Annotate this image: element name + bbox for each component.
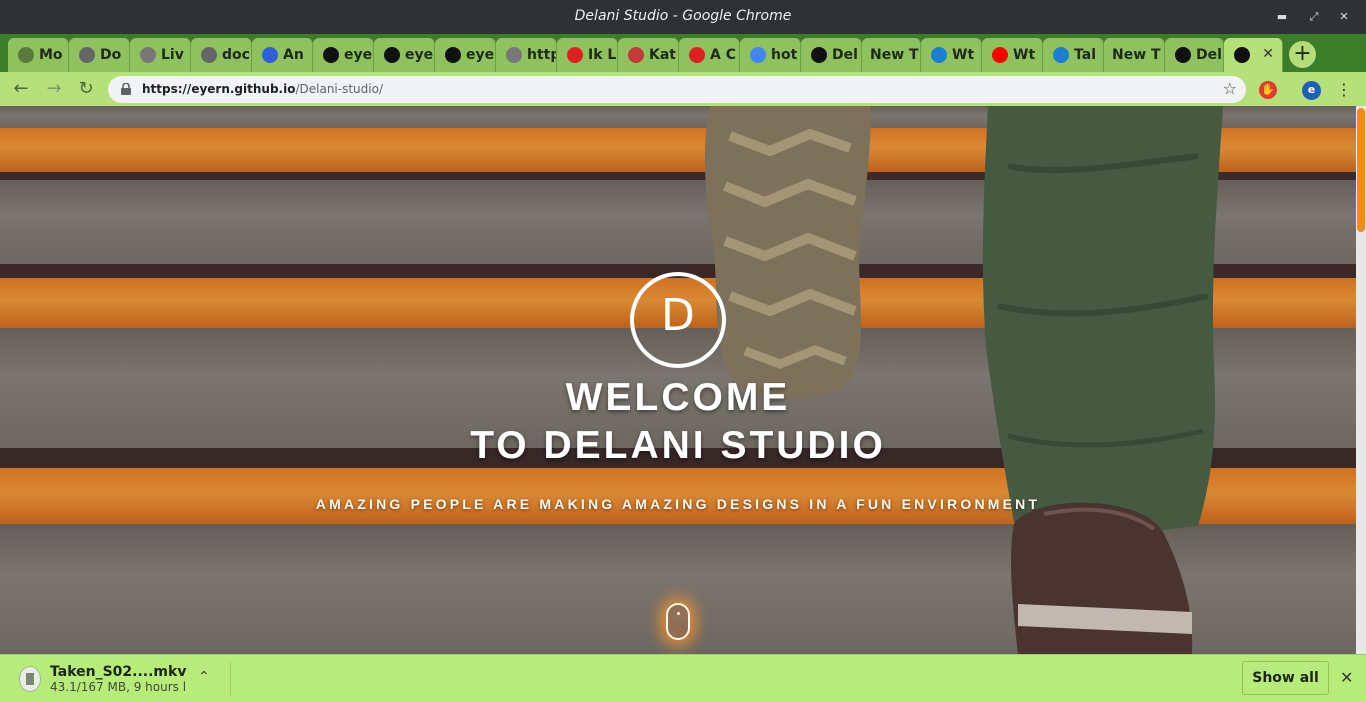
chevron-up-icon[interactable]: ⌃ bbox=[198, 669, 210, 685]
tab-label: eye bbox=[466, 47, 495, 63]
logo-letter: D bbox=[661, 290, 695, 341]
scrollbar-thumb[interactable] bbox=[1357, 108, 1365, 232]
browser-tab[interactable]: Del bbox=[801, 38, 862, 72]
show-all-button[interactable]: Show all bbox=[1242, 661, 1329, 695]
browser-tab[interactable]: Do bbox=[69, 38, 130, 72]
browser-tab[interactable]: New T bbox=[862, 38, 921, 72]
dotted-ring-icon bbox=[262, 47, 278, 63]
tab-strip: Mo Do Liv doc An eye eye eye http Ik L Kat A C hot De… bbox=[0, 34, 1366, 72]
forward-arrow-icon[interactable]: → bbox=[44, 79, 64, 99]
reload-icon[interactable]: ↻ bbox=[76, 79, 96, 99]
download-icon bbox=[79, 47, 95, 63]
tab-label: Mo bbox=[39, 47, 63, 63]
lock-icon bbox=[121, 83, 131, 95]
browser-tab[interactable]: Wt bbox=[921, 38, 982, 72]
close-download-shelf-icon[interactable]: ✕ bbox=[1340, 668, 1353, 687]
youtube-icon bbox=[992, 47, 1008, 63]
hero-heading-line1: WELCOME bbox=[565, 376, 791, 419]
github-icon bbox=[445, 47, 461, 63]
tree-icon bbox=[18, 47, 34, 63]
d-logo-icon bbox=[1234, 47, 1250, 63]
hero-section: D WELCOME TO DELANI STUDIO AMAZING PEOPL… bbox=[0, 106, 1356, 654]
tab-label: eye bbox=[405, 47, 434, 63]
tab-label: New T bbox=[870, 47, 919, 63]
mw-icon bbox=[1053, 47, 1069, 63]
browser-tab[interactable]: http bbox=[496, 38, 557, 72]
tab-close-icon[interactable]: ✕ bbox=[1262, 46, 1274, 62]
browser-tab[interactable]: Liv bbox=[130, 38, 191, 72]
download-filename[interactable]: Taken_S02....mkv bbox=[50, 664, 186, 680]
back-arrow-icon[interactable]: ← bbox=[11, 79, 31, 99]
url-path: /Delani-studio/ bbox=[295, 82, 383, 96]
globe-icon bbox=[140, 47, 156, 63]
browser-tab[interactable]: doc bbox=[191, 38, 252, 72]
tab-label: New T bbox=[1112, 47, 1161, 63]
tab-label: Ik L bbox=[588, 47, 617, 63]
browser-tab[interactable]: Kat bbox=[618, 38, 679, 72]
browser-tab[interactable]: New T bbox=[1104, 38, 1165, 72]
tab-label: An bbox=[283, 47, 304, 63]
window-titlebar: Delani Studio - Google Chrome ▬ ⤢ ✕ bbox=[0, 0, 1366, 34]
new-tab-button[interactable]: + bbox=[1289, 41, 1316, 68]
browser-tab[interactable]: A C bbox=[679, 38, 740, 72]
studio-logo: D bbox=[630, 272, 726, 368]
tab-label: A C bbox=[710, 47, 736, 63]
hero-heading-line2: TO DELANI STUDIO bbox=[470, 424, 886, 467]
url-host: https://eyern.github.io bbox=[142, 82, 296, 96]
d-logo-icon bbox=[1175, 47, 1191, 63]
mouse-wheel-dot bbox=[677, 612, 680, 615]
maximize-icon[interactable]: ⤢ bbox=[1306, 9, 1322, 25]
browser-tab[interactable]: Mo bbox=[8, 38, 69, 72]
download-shelf: Taken_S02....mkv 43.1/167 MB, 9 hours l … bbox=[0, 654, 1366, 702]
close-icon[interactable]: ✕ bbox=[1336, 9, 1352, 25]
e-letter-icon bbox=[323, 47, 339, 63]
download-status: 43.1/167 MB, 9 hours l bbox=[50, 680, 187, 694]
file-video-icon bbox=[19, 666, 41, 692]
browser-tab[interactable]: Tal bbox=[1043, 38, 1104, 72]
extension-adblock-icon[interactable]: ✋ bbox=[1259, 81, 1277, 99]
browser-tab[interactable]: Del bbox=[1165, 38, 1224, 72]
hero-tagline: AMAZING PEOPLE ARE MAKING AMAZING DESIGN… bbox=[315, 496, 1041, 512]
tab-label: Liv bbox=[161, 47, 184, 63]
tab-label: hot bbox=[771, 47, 798, 63]
tab-label: doc bbox=[222, 47, 250, 63]
browser-tab[interactable]: eye bbox=[374, 38, 435, 72]
browser-tab[interactable]: hot bbox=[740, 38, 801, 72]
red-bars-icon bbox=[689, 47, 705, 63]
github-icon bbox=[384, 47, 400, 63]
list-icon bbox=[201, 47, 217, 63]
mw-icon bbox=[931, 47, 947, 63]
browser-tab[interactable]: Wt bbox=[982, 38, 1043, 72]
d-logo-icon bbox=[811, 47, 827, 63]
address-bar[interactable]: https://eyern.github.io/Delani-studio/ ☆ bbox=[108, 76, 1246, 103]
browser-tab[interactable]: eye bbox=[313, 38, 374, 72]
bookmark-star-icon[interactable]: ☆ bbox=[1223, 79, 1237, 98]
divider bbox=[230, 662, 231, 696]
chrome-menu-icon[interactable]: ⋮ bbox=[1336, 80, 1352, 100]
browser-tab[interactable]: ✕ bbox=[1224, 38, 1283, 72]
knot-icon bbox=[628, 47, 644, 63]
globe-icon bbox=[506, 47, 522, 63]
window-title: Delani Studio - Google Chrome bbox=[574, 8, 792, 24]
tab-label: Del bbox=[1196, 47, 1222, 63]
tab-label: eye bbox=[344, 47, 373, 63]
url-text: https://eyern.github.io/Delani-studio/ bbox=[142, 82, 383, 96]
red-square-icon bbox=[567, 47, 583, 63]
tab-label: Wt bbox=[952, 47, 975, 63]
tab-label: http bbox=[527, 47, 556, 63]
tab-label: Del bbox=[832, 47, 858, 63]
tab-label: Do bbox=[100, 47, 122, 63]
minimize-icon[interactable]: ▬ bbox=[1274, 9, 1290, 25]
scroll-down-mouse-icon[interactable] bbox=[666, 603, 690, 640]
browser-tab[interactable]: eye bbox=[435, 38, 496, 72]
profile-avatar[interactable]: e bbox=[1302, 81, 1321, 100]
browser-tab[interactable]: An bbox=[252, 38, 313, 72]
tab-label: Kat bbox=[649, 47, 676, 63]
browser-tab[interactable]: Ik L bbox=[557, 38, 618, 72]
browser-toolbar: ← → ↻ https://eyern.github.io/Delani-stu… bbox=[0, 72, 1366, 106]
google-icon bbox=[750, 47, 766, 63]
tab-label: Tal bbox=[1074, 47, 1096, 63]
tab-label: Wt bbox=[1013, 47, 1036, 63]
